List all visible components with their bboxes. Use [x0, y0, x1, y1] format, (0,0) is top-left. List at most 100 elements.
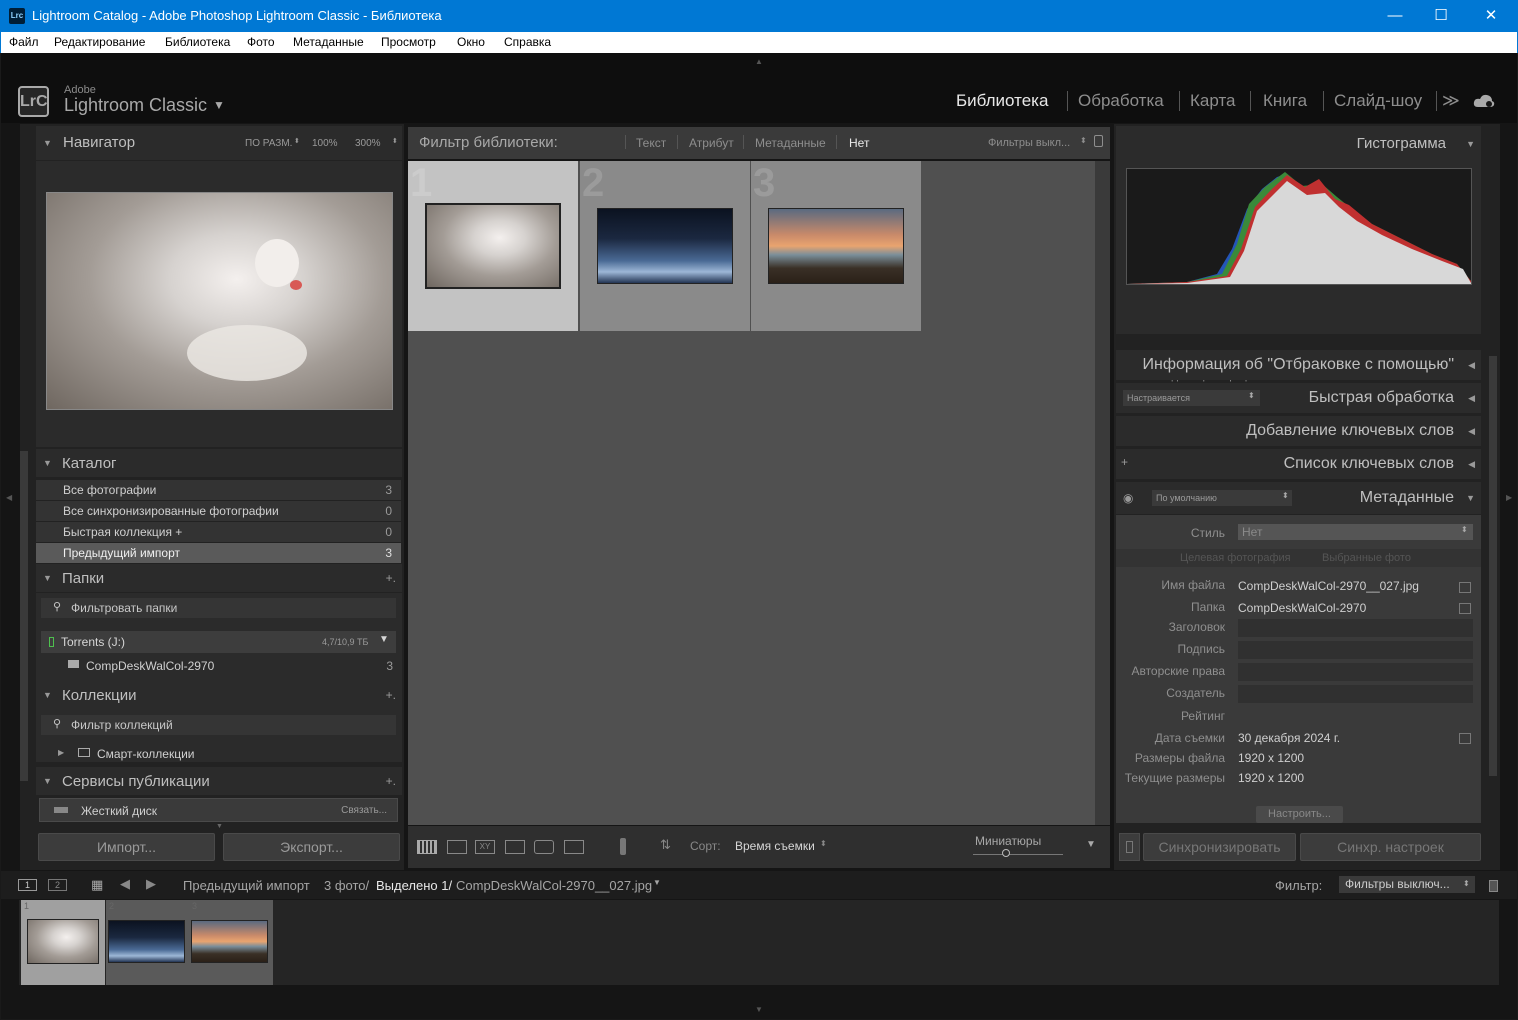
survey-view-icon[interactable]	[505, 840, 525, 854]
keyword-list-header[interactable]: + Список ключевых слов ◀	[1116, 449, 1481, 479]
filmstrip-cell-selected[interactable]: 1	[21, 900, 105, 985]
dropdown-icon[interactable]: ⬍	[294, 137, 300, 145]
identity-menu-icon[interactable]: ▼	[213, 98, 225, 112]
collapse-triangle-icon[interactable]: ▼	[43, 573, 52, 583]
metadata-preset-select[interactable]: По умолчанию	[1152, 490, 1292, 506]
filmstrip-cell[interactable]: 3	[189, 900, 273, 985]
filter-lock-icon[interactable]	[1489, 880, 1498, 892]
source-label[interactable]: Предыдущий импорт	[183, 878, 310, 893]
catalog-item-selected[interactable]: Предыдущий импорт 3	[36, 543, 401, 563]
hard-drive-service[interactable]: Жесткий диск Связать...	[39, 798, 398, 822]
sort-direction-icon[interactable]: ⇅	[660, 837, 671, 853]
grid-cell-selected[interactable]: 1	[408, 161, 578, 331]
quick-develop-preset-select[interactable]: Настраивается	[1123, 390, 1260, 406]
toolbar-menu-icon[interactable]: ▼	[1086, 839, 1096, 850]
more-modules-icon[interactable]: ≫	[1442, 91, 1460, 111]
menu-metadata[interactable]: Метаданные	[293, 35, 364, 49]
publish-header[interactable]: ▼ Сервисы публикации +.	[36, 767, 402, 795]
cloud-sync-icon[interactable]	[1473, 93, 1495, 109]
dropdown-icon[interactable]: ⬍	[820, 839, 827, 848]
edit-date-icon[interactable]	[1459, 733, 1471, 744]
volume-row[interactable]: Torrents (J:) 4,7/10,9 ТБ ▼	[41, 631, 396, 653]
filter-none-tab[interactable]: Нет	[849, 136, 869, 150]
rename-icon[interactable]	[1459, 582, 1471, 593]
sync-toggle-switch[interactable]	[1119, 833, 1140, 861]
secondary-display-icon[interactable]: 2	[48, 879, 67, 891]
creator-field[interactable]	[1238, 685, 1473, 703]
catalog-item[interactable]: Все синхронизированные фотографии 0	[36, 501, 401, 521]
metadata-header[interactable]: ◉ По умолчанию ⬍ Метаданные ▼	[1116, 482, 1481, 514]
nav-fit-option[interactable]: ПО РАЗМ.	[245, 138, 292, 149]
menu-help[interactable]: Справка	[504, 35, 551, 49]
expand-triangle-icon[interactable]: ▶	[58, 748, 64, 757]
loupe-view-icon[interactable]	[447, 840, 467, 854]
right-panel-scrollbar[interactable]	[1489, 356, 1497, 776]
filename-value[interactable]: CompDeskWalCol-2970__027.jpg	[1238, 579, 1419, 593]
sync-settings-button[interactable]: Синхр. настроек	[1300, 833, 1481, 861]
module-slideshow[interactable]: Слайд-шоу	[1334, 91, 1422, 111]
collapse-triangle-icon[interactable]: ▼	[43, 458, 52, 468]
grid-view-icon[interactable]	[417, 840, 437, 854]
back-arrow-icon[interactable]: ◀	[120, 876, 130, 892]
smart-collections-row[interactable]: ▶ Смарт-коллекции	[41, 744, 396, 764]
thumbnail-size-slider[interactable]	[973, 854, 1063, 855]
secondary-display-icon[interactable]	[564, 840, 584, 854]
catalog-item[interactable]: Быстрая коллекция +0	[36, 522, 401, 542]
copyright-field[interactable]	[1238, 663, 1473, 681]
keywording-header[interactable]: Добавление ключевых слов ◀	[1116, 416, 1481, 446]
setup-link[interactable]: Связать...	[341, 805, 387, 816]
add-publish-button[interactable]: +.	[386, 774, 396, 788]
customize-button[interactable]: Настроить...	[1256, 806, 1343, 823]
navigator-preview-image[interactable]	[46, 192, 393, 410]
title-field[interactable]	[1238, 619, 1473, 637]
grid-cell[interactable]: 3	[751, 161, 921, 331]
module-develop[interactable]: Обработка	[1078, 91, 1164, 111]
thumbnail-image[interactable]	[597, 208, 733, 284]
expand-triangle-icon[interactable]: ◀	[1468, 393, 1475, 404]
filmstrip-cell[interactable]: 2	[106, 900, 190, 985]
dropdown-icon[interactable]: ⬍	[1282, 491, 1289, 500]
go-to-folder-icon[interactable]	[1459, 603, 1471, 614]
people-view-icon[interactable]	[534, 840, 554, 854]
folder-row[interactable]: CompDeskWalCol-2970 3	[41, 656, 396, 676]
menu-view[interactable]: Просмотр	[381, 35, 436, 49]
collapse-triangle-icon[interactable]: ▼	[43, 776, 52, 786]
grid-cell[interactable]: 2	[580, 161, 750, 331]
filter-text-tab[interactable]: Текст	[636, 136, 666, 150]
filmstrip-thumbnail[interactable]	[108, 920, 185, 963]
add-folder-button[interactable]: +.	[386, 571, 396, 585]
collection-search-input[interactable]: ⚲ Фильтр коллекций	[41, 715, 396, 735]
volume-menu-icon[interactable]: ▼	[379, 634, 389, 645]
navigator-header[interactable]: ▼ Навигатор ПО РАЗМ. ⬍ 100% 300% ⬍	[36, 126, 402, 160]
menu-library[interactable]: Библиотека	[165, 35, 230, 49]
add-collection-button[interactable]: +.	[386, 688, 396, 702]
collapse-triangle-icon[interactable]: ▼	[1466, 139, 1475, 149]
thumbnail-image[interactable]	[425, 203, 561, 289]
bottom-panel-toggle-icon[interactable]: ▼	[755, 1005, 763, 1014]
current-file[interactable]: CompDeskWalCol-2970__027.jpg	[456, 878, 652, 893]
filter-presets-dropdown[interactable]: Фильтры выкл...	[988, 137, 1070, 149]
maximize-button[interactable]: ☐	[1418, 0, 1464, 32]
grid-scrollbar[interactable]	[1095, 161, 1110, 825]
thumbnail-image[interactable]	[768, 208, 904, 284]
top-panel-toggle-icon[interactable]: ▲	[755, 57, 763, 66]
dropdown-icon[interactable]: ⬍	[1248, 391, 1255, 400]
synchronize-button[interactable]: Синхронизировать	[1143, 833, 1296, 861]
info-panel-header[interactable]: Информация об "Отбраковке с помощью" ◀	[1116, 350, 1481, 380]
minimize-button[interactable]: —	[1372, 0, 1418, 32]
primary-display-icon[interactable]: 1	[18, 879, 37, 891]
filmstrip-thumbnail[interactable]	[191, 920, 268, 963]
close-button[interactable]: ✕	[1468, 0, 1514, 32]
menu-photo[interactable]: Фото	[247, 35, 275, 49]
expand-triangle-icon[interactable]: ◀	[1468, 360, 1475, 371]
sort-dropdown[interactable]: Время съемки	[735, 839, 815, 853]
collapse-triangle-icon[interactable]: ▼	[43, 138, 52, 148]
expand-triangle-icon[interactable]: ◀	[1468, 426, 1475, 437]
caption-field[interactable]	[1238, 641, 1473, 659]
module-map[interactable]: Карта	[1190, 91, 1236, 111]
grid-icon[interactable]: ▦	[91, 877, 103, 893]
target-photo-tab[interactable]: Целевая фотография	[1180, 552, 1291, 564]
module-library[interactable]: Библиотека	[956, 91, 1048, 111]
folders-header[interactable]: ▼ Папки +.	[36, 564, 402, 592]
filmstrip-filter-select[interactable]: Фильтры выключ...	[1339, 876, 1475, 893]
